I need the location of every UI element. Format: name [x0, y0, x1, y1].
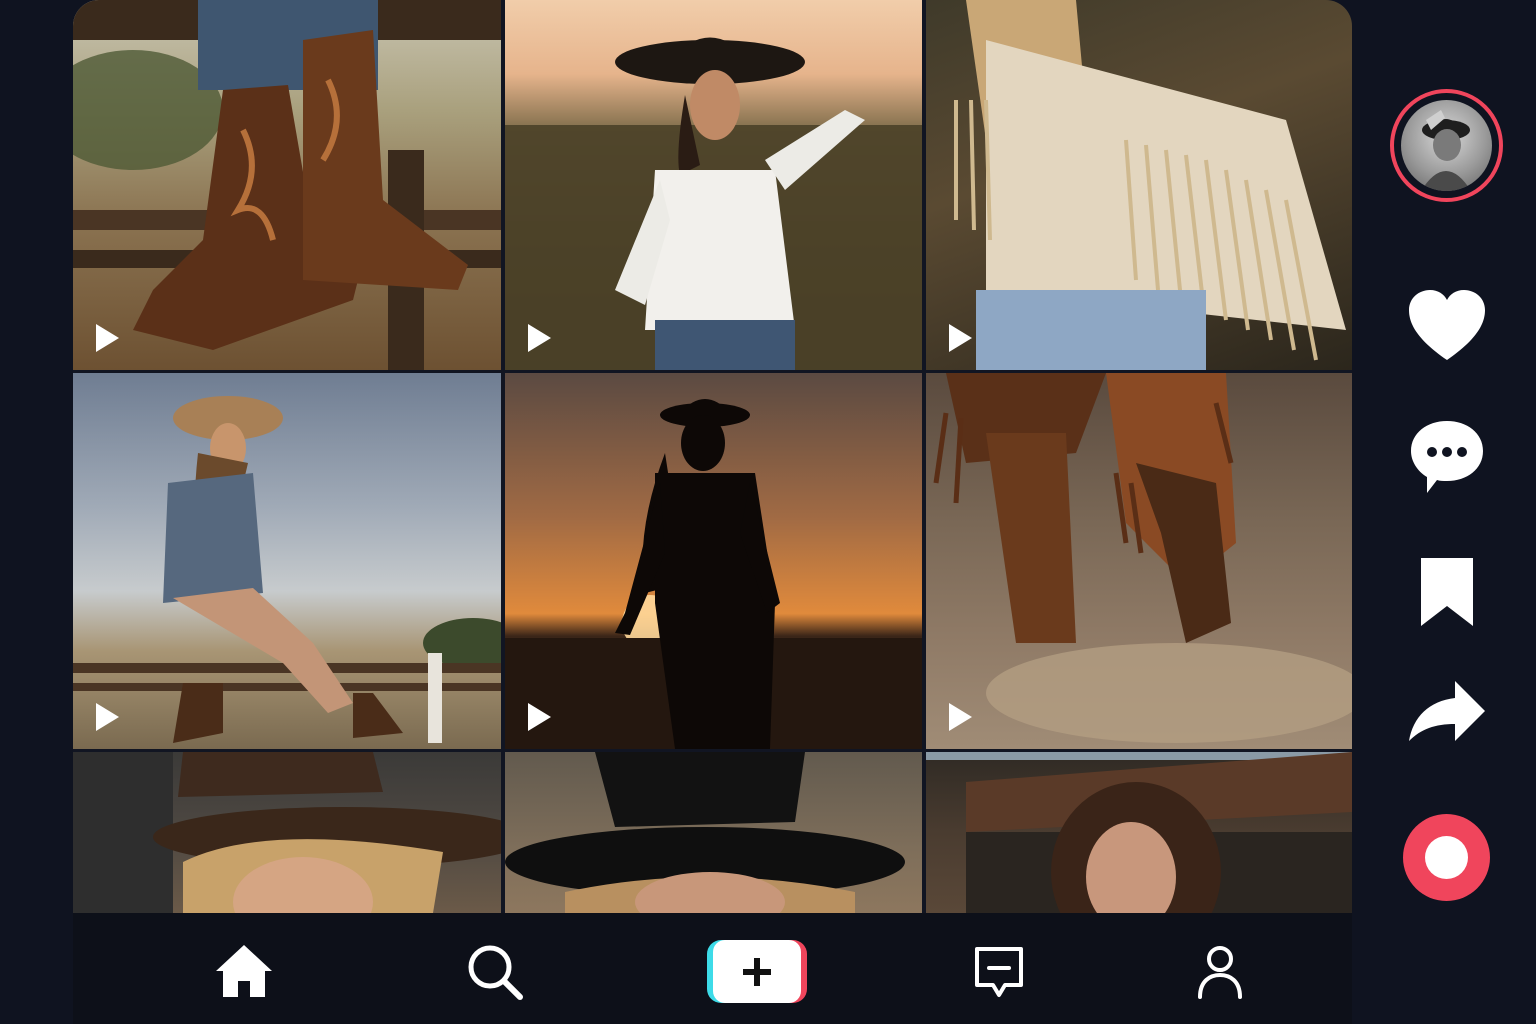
video-tile[interactable] — [73, 373, 501, 749]
nav-inbox[interactable] — [969, 941, 1029, 1001]
record-icon — [1425, 836, 1468, 879]
video-thumbnail — [73, 0, 501, 370]
play-icon — [93, 701, 121, 733]
video-thumbnail — [954, 0, 1346, 370]
video-tile[interactable] — [926, 752, 1352, 913]
share-icon — [1409, 681, 1485, 741]
home-icon — [216, 945, 272, 997]
comment-icon — [1411, 421, 1483, 493]
video-thumbnail — [926, 752, 1352, 913]
video-tile[interactable] — [505, 752, 922, 913]
play-icon — [93, 322, 121, 354]
like-button[interactable] — [1405, 284, 1489, 368]
avatar-image — [1401, 100, 1492, 191]
share-button[interactable] — [1405, 671, 1489, 755]
video-grid — [73, 0, 1352, 913]
nav-profile[interactable] — [1190, 941, 1250, 1001]
video-tile[interactable] — [926, 373, 1352, 749]
bookmark-button[interactable] — [1405, 550, 1489, 634]
video-tile[interactable] — [73, 0, 501, 370]
creator-avatar[interactable] — [1390, 89, 1503, 202]
create-icon — [739, 954, 775, 990]
video-thumbnail — [505, 399, 922, 749]
create-button[interactable] — [707, 940, 807, 1003]
video-tile[interactable] — [73, 752, 501, 913]
search-icon — [468, 945, 523, 1000]
video-thumbnail — [73, 752, 501, 913]
heart-icon — [1409, 290, 1485, 360]
nav-search[interactable] — [464, 941, 524, 1001]
comment-button[interactable] — [1405, 415, 1489, 499]
play-icon — [946, 701, 974, 733]
video-tile[interactable] — [505, 0, 922, 370]
nav-home[interactable] — [214, 941, 274, 1001]
play-icon — [525, 701, 553, 733]
play-icon — [525, 322, 553, 354]
video-tile[interactable] — [926, 0, 1352, 370]
video-thumbnail — [505, 37, 922, 370]
bookmark-icon — [1421, 558, 1473, 626]
video-thumbnail — [73, 396, 501, 743]
video-thumbnail — [933, 373, 1352, 743]
bottom-nav — [73, 913, 1352, 1024]
video-tile[interactable] — [505, 373, 922, 749]
profile-icon — [1198, 946, 1242, 999]
play-icon — [946, 322, 974, 354]
record-button[interactable] — [1403, 814, 1490, 901]
video-thumbnail — [505, 752, 905, 913]
inbox-icon — [975, 947, 1023, 997]
app-screen — [0, 0, 1536, 1024]
